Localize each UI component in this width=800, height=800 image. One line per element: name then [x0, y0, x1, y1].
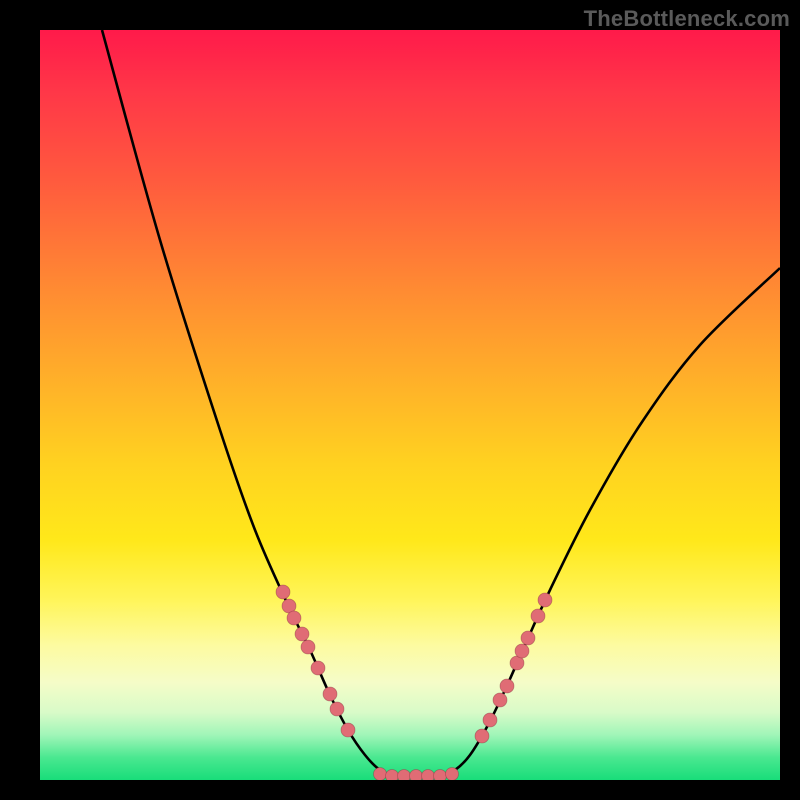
data-marker — [323, 687, 337, 701]
bottleneck-curve — [102, 30, 780, 777]
data-marker — [374, 768, 387, 781]
data-marker — [386, 770, 399, 781]
data-marker — [475, 729, 489, 743]
data-marker — [341, 723, 355, 737]
data-marker — [446, 768, 459, 781]
data-marker — [398, 770, 411, 781]
chart-container: TheBottleneck.com — [0, 0, 800, 800]
data-marker — [410, 770, 423, 781]
data-marker — [287, 611, 301, 625]
data-marker — [276, 585, 290, 599]
data-marker — [493, 693, 507, 707]
data-marker — [515, 644, 529, 658]
watermark-text: TheBottleneck.com — [584, 6, 790, 32]
marker-cluster-bottom — [374, 768, 459, 781]
curve-svg — [40, 30, 780, 780]
data-marker — [521, 631, 535, 645]
data-marker — [295, 627, 309, 641]
data-marker — [301, 640, 315, 654]
data-marker — [531, 609, 545, 623]
data-marker — [311, 661, 325, 675]
data-marker — [330, 702, 344, 716]
marker-cluster-right — [475, 593, 552, 743]
data-marker — [434, 770, 447, 781]
data-marker — [538, 593, 552, 607]
data-marker — [483, 713, 497, 727]
data-marker — [500, 679, 514, 693]
data-marker — [422, 770, 435, 781]
plot-gradient-area — [40, 30, 780, 780]
